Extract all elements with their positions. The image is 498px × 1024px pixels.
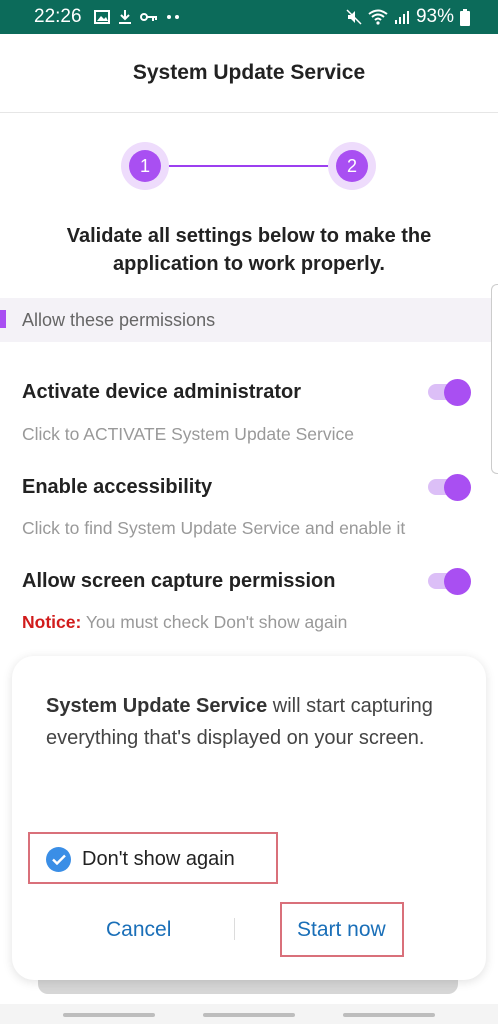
nav-back-handle[interactable] bbox=[343, 1013, 435, 1017]
instructions-text: Validate all settings below to make the … bbox=[66, 225, 432, 275]
permission-title-screen-capture[interactable]: Allow screen capture permission bbox=[22, 570, 335, 593]
permission-subtitle-accessibility[interactable]: Click to find System Update Service and … bbox=[22, 518, 405, 539]
download-icon bbox=[118, 10, 131, 24]
toggle-device-admin[interactable] bbox=[428, 379, 472, 406]
step-1: 1 bbox=[121, 142, 169, 190]
permission-title-device-admin[interactable]: Activate device administrator bbox=[22, 381, 301, 404]
battery-icon bbox=[460, 8, 470, 26]
button-divider bbox=[234, 918, 235, 940]
wifi-icon bbox=[368, 9, 388, 25]
status-bar: 22:26 93% bbox=[0, 0, 498, 34]
toggle-accessibility[interactable] bbox=[428, 474, 472, 501]
cancel-button[interactable]: Cancel bbox=[106, 918, 171, 942]
image-icon bbox=[93, 10, 110, 24]
permission-notice: Notice: You must check Don't show again bbox=[22, 612, 347, 633]
permission-title-accessibility[interactable]: Enable accessibility bbox=[22, 476, 212, 499]
dialog-message: System Update Service will start capturi… bbox=[46, 690, 456, 754]
checkbox-checked-icon[interactable] bbox=[46, 847, 71, 872]
screen-capture-dialog: System Update Service will start capturi… bbox=[12, 656, 486, 980]
stepper-line bbox=[145, 165, 353, 167]
checkbox-label[interactable]: Don't show again bbox=[82, 848, 235, 871]
dont-show-again-checkbox[interactable]: Don't show again bbox=[28, 832, 278, 884]
permission-subtitle-device-admin[interactable]: Click to ACTIVATE System Update Service bbox=[22, 424, 354, 445]
more-dots-icon bbox=[166, 15, 179, 19]
start-now-highlight[interactable]: Start now bbox=[280, 902, 404, 957]
navigation-bar bbox=[0, 1004, 498, 1024]
app-bar: System Update Service bbox=[0, 34, 498, 113]
notice-label: Notice: bbox=[22, 612, 82, 632]
key-icon bbox=[139, 13, 157, 21]
step-2: 2 bbox=[328, 142, 376, 190]
page-title: System Update Service bbox=[132, 61, 366, 84]
section-header: Allow these permissions bbox=[0, 298, 498, 342]
signal-icon bbox=[394, 11, 409, 24]
mute-icon bbox=[346, 9, 362, 25]
start-now-button[interactable]: Start now bbox=[297, 918, 386, 942]
stepper: 1 2 bbox=[0, 140, 498, 192]
toggle-screen-capture[interactable] bbox=[428, 568, 472, 595]
battery-percent: 93% bbox=[415, 6, 454, 27]
status-time: 22:26 bbox=[34, 6, 82, 27]
nav-home-handle[interactable] bbox=[203, 1013, 295, 1017]
section-accent-bar bbox=[0, 310, 6, 328]
dialog-app-name: System Update Service bbox=[46, 695, 268, 717]
nav-recents-handle[interactable] bbox=[63, 1013, 155, 1017]
step-1-label: 1 bbox=[129, 150, 161, 182]
notice-text: You must check Don't show again bbox=[81, 612, 348, 632]
scroll-indicator[interactable] bbox=[491, 284, 498, 474]
step-2-label: 2 bbox=[336, 150, 368, 182]
section-label: Allow these permissions bbox=[22, 310, 216, 330]
